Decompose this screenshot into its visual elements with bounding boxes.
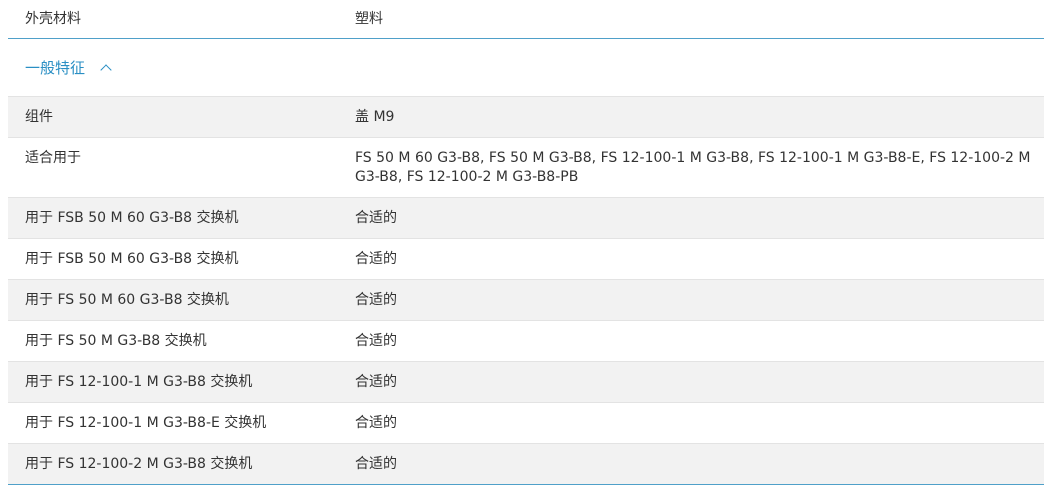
table-row: 用于 FSB 50 M 60 G3-B8 交换机 合适的: [8, 238, 1044, 279]
section-title[interactable]: 一般特征: [8, 57, 85, 78]
section-toggle-general-features[interactable]: 一般特征: [8, 39, 1044, 96]
spec-label: 用于 FS 50 M G3-B8 交换机: [25, 333, 207, 349]
table-row: 用于 FS 12-100-2 M G3-B8 交换机 合适的: [8, 443, 1044, 484]
spec-label: 适合用于: [25, 150, 81, 166]
spec-label: 外壳材料: [25, 10, 81, 27]
spec-label: 用于 FS 50 M 60 G3-B8 交换机: [25, 292, 229, 308]
table-row: 组件 盖 M9: [8, 97, 1044, 137]
spec-value: 盖 M9: [355, 109, 395, 125]
spec-value: 合适的: [355, 415, 397, 431]
spec-value: 合适的: [355, 374, 397, 390]
table-row: 用于 FS 50 M G3-B8 交换机 合适的: [8, 320, 1044, 361]
spec-page: 外壳材料 塑料 一般特征 组件 盖 M9 适合用于 FS 50 M 60 G3-…: [0, 0, 1044, 500]
spec-value: 合适的: [355, 456, 397, 472]
spec-value: 合适的: [355, 251, 397, 267]
table-row: 适合用于 FS 50 M 60 G3-B8, FS 50 M G3-B8, FS…: [8, 137, 1044, 197]
spec-value: 塑料: [355, 10, 383, 27]
table-row: 用于 FSB 50 M 60 G3-B8 交换机 合适的: [8, 197, 1044, 238]
spec-label: 用于 FS 12-100-1 M G3-B8 交换机: [25, 374, 253, 390]
chevron-up-icon[interactable]: [100, 64, 112, 76]
spec-label: 组件: [25, 109, 53, 125]
spec-value: 合适的: [355, 333, 397, 349]
spec-label: 用于 FSB 50 M 60 G3-B8 交换机: [25, 210, 239, 226]
spec-label: 用于 FSB 50 M 60 G3-B8 交换机: [25, 251, 239, 267]
general-features-table: 组件 盖 M9 适合用于 FS 50 M 60 G3-B8, FS 50 M G…: [8, 96, 1044, 485]
spec-row-housing-material: 外壳材料 塑料: [8, 0, 1044, 39]
table-row: 用于 FS 50 M 60 G3-B8 交换机 合适的: [8, 279, 1044, 320]
spec-label: 用于 FS 12-100-2 M G3-B8 交换机: [25, 456, 253, 472]
table-row: 用于 FS 12-100-1 M G3-B8-E 交换机 合适的: [8, 402, 1044, 443]
spec-value: 合适的: [355, 292, 397, 308]
spec-label: 用于 FS 12-100-1 M G3-B8-E 交换机: [25, 415, 267, 431]
spec-value: 合适的: [355, 210, 397, 226]
table-row: 用于 FS 12-100-1 M G3-B8 交换机 合适的: [8, 361, 1044, 402]
spec-value: FS 50 M 60 G3-B8, FS 50 M G3-B8, FS 12-1…: [355, 150, 1031, 185]
